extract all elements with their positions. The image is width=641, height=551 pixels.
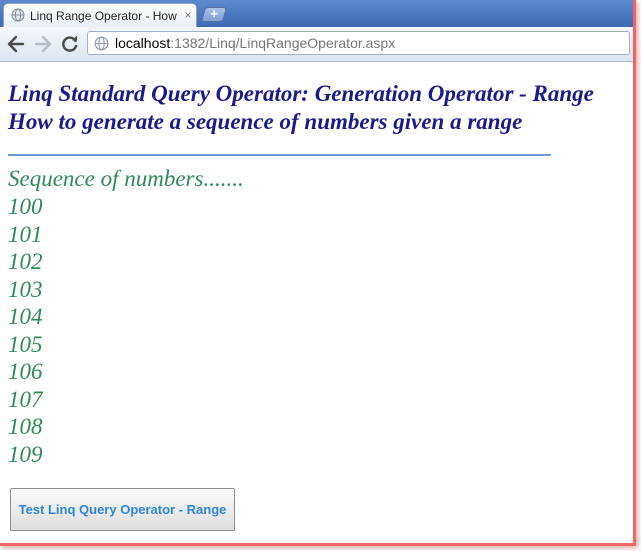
list-item: 107 <box>8 386 43 412</box>
browser-toolbar: localhost:1382/Linq/LinqRangeOperator.as… <box>0 27 633 62</box>
title-bar: Linq Range Operator - How × + <box>0 0 633 27</box>
list-item: 108 <box>8 414 43 439</box>
address-url: localhost:1382/Linq/LinqRangeOperator.as… <box>115 35 395 51</box>
globe-icon <box>11 8 25 22</box>
browser-tab[interactable]: Linq Range Operator - How × <box>3 3 197 27</box>
list-item: 100 <box>8 194 43 219</box>
forward-arrow-icon[interactable] <box>32 33 54 55</box>
test-range-button[interactable]: Test Linq Query Operator - Range <box>10 488 235 531</box>
tab-title: Linq Range Operator - How <box>30 9 177 23</box>
close-icon[interactable]: × <box>182 8 194 22</box>
address-path: :1382/Linq/LinqRangeOperator.aspx <box>170 35 396 51</box>
plus-icon: + <box>210 6 218 21</box>
list-item: 103 <box>8 276 43 302</box>
list-item: 109 <box>8 441 43 467</box>
page-content: Linq Standard Query Operator: Generation… <box>0 62 633 543</box>
list-item: 106 <box>8 359 43 384</box>
browser-window: Linq Range Operator - How × + localhost:… <box>0 0 636 546</box>
globe-icon <box>94 36 109 51</box>
list-item: 102 <box>8 249 43 274</box>
number-list: 100 101 102 103 104 105 106 107 108 109 <box>8 193 43 468</box>
list-item: 105 <box>8 331 43 357</box>
page-subtitle: How to generate a sequence of numbers gi… <box>8 109 523 134</box>
horizontal-rule <box>8 154 551 156</box>
address-bar[interactable]: localhost:1382/Linq/LinqRangeOperator.as… <box>87 31 630 55</box>
page-title: Linq Standard Query Operator: Generation… <box>8 81 594 106</box>
new-tab-button[interactable]: + <box>200 6 228 22</box>
address-host: localhost <box>115 35 171 51</box>
sequence-caption: Sequence of numbers....... <box>8 166 244 191</box>
list-item: 104 <box>8 304 43 329</box>
reload-icon[interactable] <box>59 33 81 55</box>
list-item: 101 <box>8 221 43 247</box>
back-arrow-icon[interactable] <box>5 33 27 55</box>
